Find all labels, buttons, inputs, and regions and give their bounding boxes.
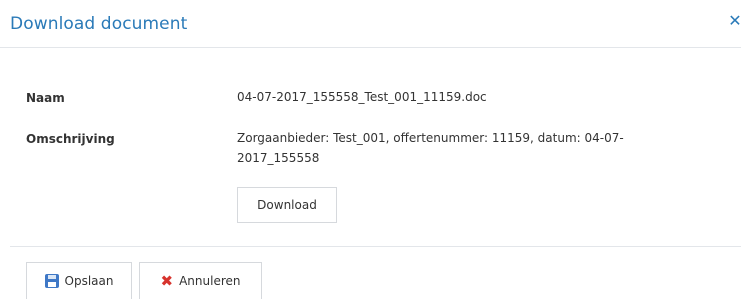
dialog-title: Download document — [10, 14, 188, 34]
floppy-disk-icon — [44, 274, 59, 288]
description-label: Omschrijving — [26, 132, 115, 146]
dialog-header: Download document ✕ — [0, 0, 741, 48]
save-button-label: Opslaan — [64, 274, 114, 288]
cancel-button-label: Annuleren — [179, 274, 241, 288]
download-button-label: Download — [257, 198, 317, 212]
red-x-icon: ✖ — [160, 272, 174, 290]
name-value: 04-07-2017_155558_Test_001_11159.doc — [237, 90, 487, 104]
download-dialog: Download document ✕ Naam 04-07-2017_1555… — [0, 0, 741, 299]
description-value: Zorgaanbieder: Test_001, offertenummer: … — [237, 131, 624, 165]
cancel-button[interactable]: ✖ Annuleren — [139, 262, 262, 299]
download-button[interactable]: Download — [237, 187, 337, 223]
close-icon[interactable]: ✕ — [727, 12, 741, 30]
footer-divider — [10, 246, 741, 247]
name-label: Naam — [26, 91, 65, 105]
save-button[interactable]: Opslaan — [26, 262, 132, 299]
